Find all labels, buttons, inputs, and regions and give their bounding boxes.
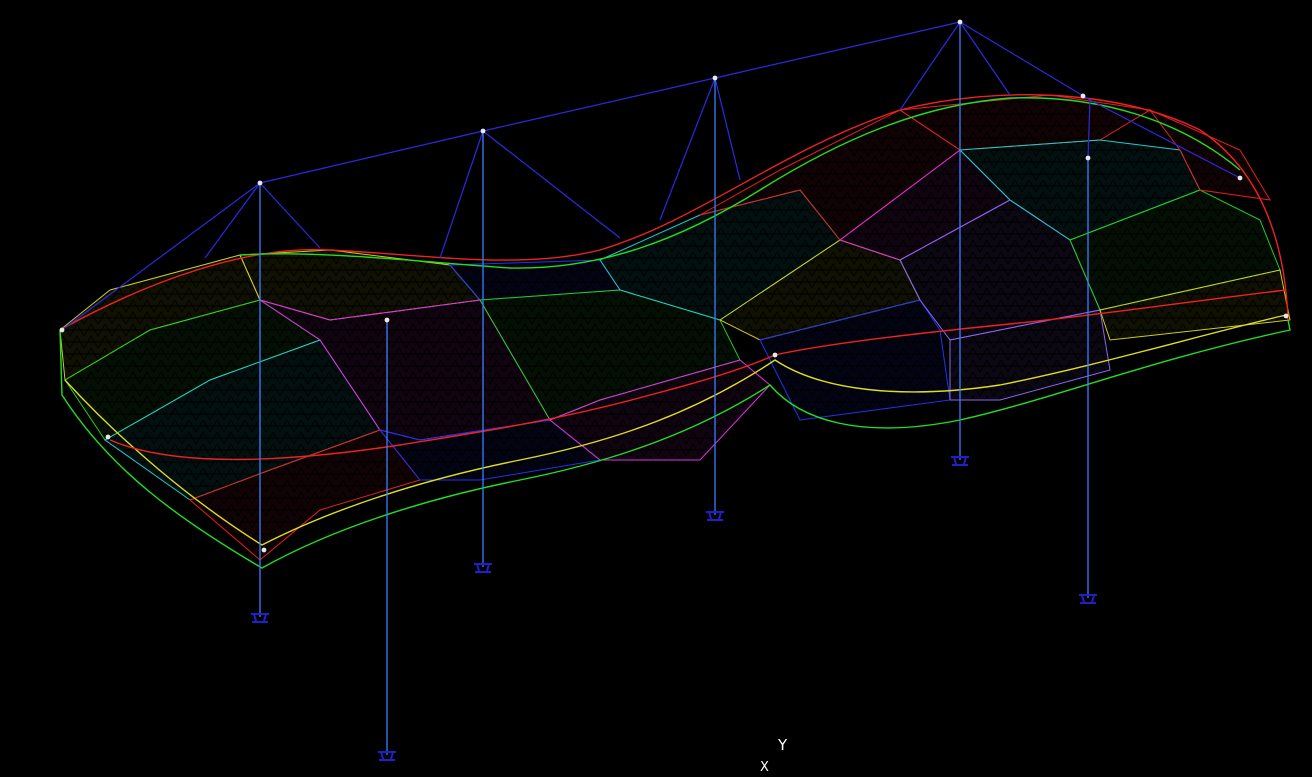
cable-line bbox=[714, 77, 741, 181]
cable-line bbox=[959, 21, 1011, 96]
cable-node-icon bbox=[384, 317, 390, 323]
cable-node-icon bbox=[1085, 155, 1091, 161]
cable-node-icon bbox=[1283, 313, 1289, 319]
cable-line bbox=[482, 130, 621, 239]
cable-node-icon bbox=[1237, 175, 1243, 181]
cable-node-icon bbox=[1080, 93, 1086, 99]
wave-roof-space-frame-model bbox=[59, 19, 1291, 761]
roof-panels bbox=[59, 94, 1291, 561]
cable-line bbox=[714, 21, 961, 79]
cable-node-icon bbox=[261, 547, 267, 553]
axis-y-label: Y bbox=[778, 736, 788, 754]
cable-node-icon bbox=[957, 19, 963, 25]
cable-node-icon bbox=[105, 434, 111, 440]
cable-node-icon bbox=[772, 352, 778, 358]
structural-3d-viewport[interactable]: Y X bbox=[0, 0, 1312, 775]
cable-line bbox=[259, 130, 484, 184]
cable-node-icon bbox=[712, 75, 718, 81]
cable-line bbox=[659, 77, 716, 221]
cable-line bbox=[959, 21, 1091, 101]
cable-node-icon bbox=[480, 128, 486, 134]
cable-line bbox=[439, 130, 484, 259]
cable-line bbox=[259, 182, 321, 249]
cable-node-icon bbox=[59, 327, 65, 333]
cable-line bbox=[482, 77, 716, 132]
cable-line bbox=[899, 21, 961, 111]
column-supports bbox=[251, 456, 1097, 761]
cable-line bbox=[204, 182, 261, 259]
cable-node-icon bbox=[257, 180, 263, 186]
